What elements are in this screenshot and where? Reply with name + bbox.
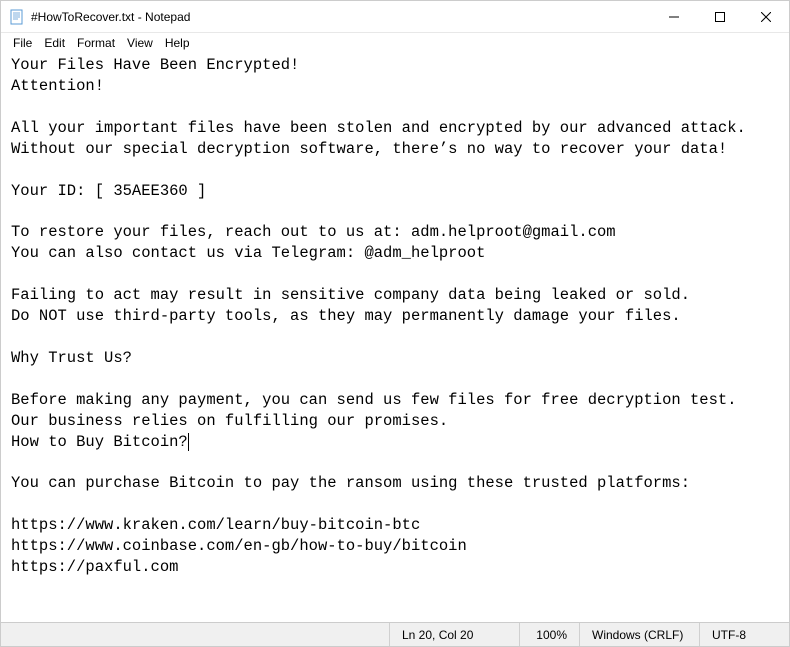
notepad-icon <box>9 9 25 25</box>
text-cursor-line: How to Buy Bitcoin? <box>11 433 189 451</box>
text-area[interactable]: Your Files Have Been Encrypted! Attentio… <box>1 53 789 622</box>
window-controls <box>651 1 789 32</box>
titlebar: #HowToRecover.txt - Notepad <box>1 1 789 33</box>
menu-file[interactable]: File <box>7 34 38 52</box>
minimize-button[interactable] <box>651 1 697 32</box>
menubar: File Edit Format View Help <box>1 33 789 53</box>
menu-edit[interactable]: Edit <box>38 34 71 52</box>
text-content-before: Your Files Have Been Encrypted! Attentio… <box>11 56 746 430</box>
menu-format[interactable]: Format <box>71 34 121 52</box>
text-content-after: You can purchase Bitcoin to pay the rans… <box>11 474 690 576</box>
menu-help[interactable]: Help <box>159 34 196 52</box>
status-encoding: UTF-8 <box>699 623 789 646</box>
close-button[interactable] <box>743 1 789 32</box>
notepad-window: #HowToRecover.txt - Notepad File Edit Fo… <box>0 0 790 647</box>
menu-view[interactable]: View <box>121 34 159 52</box>
status-position: Ln 20, Col 20 <box>389 623 519 646</box>
statusbar: Ln 20, Col 20 100% Windows (CRLF) UTF-8 <box>1 622 789 646</box>
status-zoom: 100% <box>519 623 579 646</box>
maximize-button[interactable] <box>697 1 743 32</box>
status-eol: Windows (CRLF) <box>579 623 699 646</box>
window-title: #HowToRecover.txt - Notepad <box>31 10 651 24</box>
